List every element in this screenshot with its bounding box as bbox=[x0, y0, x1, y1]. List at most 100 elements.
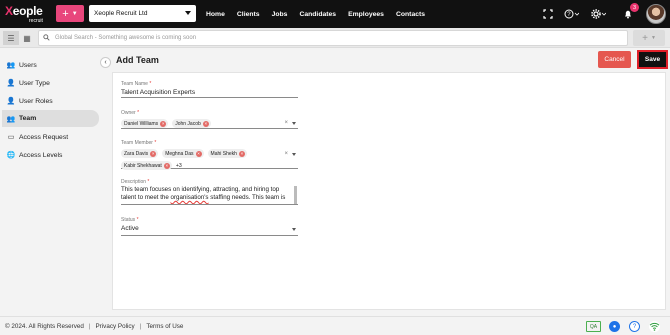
description-line: talent to meet the organisation's staffi… bbox=[121, 194, 286, 202]
misspelled-word: organisation's bbox=[170, 194, 209, 202]
sidebar-item-user-type[interactable]: 👤 User Type bbox=[2, 75, 99, 91]
user-roles-icon: 👤 bbox=[6, 98, 16, 105]
owner-chip: Daniel Williams × bbox=[121, 119, 169, 128]
users-icon: 👥 bbox=[6, 62, 16, 69]
privacy-policy-link[interactable]: Privacy Policy bbox=[95, 323, 134, 330]
add-dropdown-button[interactable]: + ▼ bbox=[633, 30, 665, 46]
remove-chip-icon[interactable]: × bbox=[238, 150, 245, 157]
remove-chip-icon[interactable]: × bbox=[202, 120, 209, 127]
team-name-value: Talent Acquisition Experts bbox=[121, 89, 196, 96]
caret-down-icon[interactable] bbox=[292, 153, 296, 156]
global-search-input[interactable]: Global Search - Something awesome is com… bbox=[38, 30, 628, 46]
sidebar-item-label: Users bbox=[19, 61, 37, 69]
status-field[interactable]: Status * Active bbox=[121, 217, 298, 236]
search-icon bbox=[43, 33, 50, 43]
status-value: Active bbox=[121, 225, 139, 232]
remove-chip-icon[interactable]: × bbox=[160, 120, 167, 127]
description-line: This team focuses on identifying, attrac… bbox=[121, 186, 280, 193]
footer-separator: | bbox=[88, 322, 91, 330]
wifi-icon bbox=[649, 321, 660, 332]
team-member-chip: Meghna Das × bbox=[162, 149, 204, 158]
terms-of-use-link[interactable]: Terms of Use bbox=[146, 323, 183, 330]
sidebar-item-label: User Roles bbox=[19, 97, 53, 105]
textarea-scrollbar[interactable] bbox=[294, 186, 297, 204]
clear-icon[interactable]: × bbox=[284, 120, 288, 126]
footer: © 2024. All Rights Reserved | Privacy Po… bbox=[0, 316, 670, 335]
globe-icon: 🌐 bbox=[6, 152, 16, 159]
xeople-logo[interactable]: Xeople recruit bbox=[5, 3, 51, 25]
page-title: Add Team bbox=[116, 55, 159, 65]
description-label: Description * bbox=[121, 179, 150, 185]
caret-down-icon bbox=[185, 11, 191, 15]
copyright-text: © 2024. All Rights Reserved bbox=[5, 322, 84, 330]
user-type-icon: 👤 bbox=[6, 80, 16, 87]
sidebar-item-label: Team bbox=[19, 115, 37, 122]
logo-subtitle: recruit bbox=[29, 18, 43, 24]
sidebar-item-access-levels[interactable]: 🌐 Access Levels bbox=[2, 147, 99, 163]
logo-rest: eople bbox=[12, 4, 43, 18]
page-header: Add Team Cancel Save bbox=[107, 48, 670, 71]
owner-field[interactable]: Owner * Daniel Williams × John Jacob × × bbox=[121, 110, 298, 129]
status-label: Status * bbox=[121, 217, 139, 223]
nav-employees[interactable]: Employees bbox=[348, 11, 384, 18]
chevron-down-icon: ▼ bbox=[650, 35, 656, 41]
sidebar: 👥 Users 👤 User Type 👤 User Roles 👥 Team ▭ Acc… bbox=[0, 48, 103, 315]
user-info-icon[interactable]: ● bbox=[609, 321, 620, 332]
list-view-icon[interactable]: ☰ bbox=[3, 31, 19, 45]
nav-candidates[interactable]: Candidates bbox=[299, 11, 336, 18]
sidebar-item-user-roles[interactable]: 👤 User Roles bbox=[2, 93, 99, 109]
team-member-chips: Zara Davis × Meghna Das × Mahi Shekh × Kabi… bbox=[121, 149, 298, 170]
caret-down-icon[interactable] bbox=[292, 228, 296, 231]
save-button[interactable]: Save bbox=[637, 50, 668, 69]
team-member-chip: Kabir Shekhawat × bbox=[121, 161, 172, 170]
main-nav: Home Clients Jobs Candidates Employees C… bbox=[206, 0, 437, 28]
team-name-field[interactable]: Team Name * Talent Acquisition Experts bbox=[121, 81, 298, 98]
remove-chip-icon[interactable]: × bbox=[163, 162, 170, 169]
team-name-label: Team Name * bbox=[121, 81, 152, 87]
collapse-sidebar-button[interactable]: ‹ bbox=[100, 57, 111, 68]
chevron-left-icon: ‹ bbox=[104, 59, 107, 66]
team-member-label: Team Member * bbox=[121, 140, 157, 146]
notification-badge: 3 bbox=[630, 3, 639, 12]
nav-contacts[interactable]: Contacts bbox=[396, 11, 425, 18]
remove-chip-icon[interactable]: × bbox=[195, 150, 202, 157]
sidebar-item-users[interactable]: 👥 Users bbox=[2, 57, 99, 73]
owner-chip: John Jacob × bbox=[172, 119, 211, 128]
search-toolbar: ☰ ▦ Global Search - Something awesome is… bbox=[0, 28, 670, 48]
description-textarea[interactable]: This team focuses on identifying, attrac… bbox=[121, 186, 298, 204]
cancel-button[interactable]: Cancel bbox=[598, 51, 631, 68]
nav-home[interactable]: Home bbox=[206, 11, 225, 18]
remove-chip-icon[interactable]: × bbox=[150, 150, 157, 157]
logo-x: X bbox=[5, 4, 13, 18]
help-icon[interactable]: ? bbox=[564, 9, 580, 22]
nav-clients[interactable]: Clients bbox=[237, 11, 260, 18]
sidebar-item-team[interactable]: 👥 Team bbox=[2, 110, 99, 127]
caret-down-icon[interactable] bbox=[292, 122, 296, 125]
owner-chips: Daniel Williams × John Jacob × bbox=[121, 119, 298, 128]
sidebar-item-label: Access Request bbox=[19, 133, 69, 141]
sidebar-item-label: Access Levels bbox=[19, 151, 63, 159]
team-icon: 👥 bbox=[6, 115, 16, 123]
team-member-chip: Zara Davis × bbox=[121, 149, 159, 158]
chevron-down-icon: ▼ bbox=[71, 10, 78, 17]
clear-icon[interactable]: × bbox=[284, 151, 288, 157]
help-circle-icon[interactable]: ? bbox=[629, 321, 640, 332]
gear-icon[interactable] bbox=[591, 9, 607, 22]
company-select[interactable]: Xeople Recruit Ltd bbox=[89, 5, 196, 22]
team-member-chip: Mahi Shekh × bbox=[207, 149, 247, 158]
sidebar-item-label: User Type bbox=[19, 79, 50, 87]
quick-add-button[interactable]: + ▼ bbox=[56, 5, 84, 22]
description-field[interactable]: Description * This team focuses on ident… bbox=[121, 179, 298, 205]
plus-icon: + bbox=[642, 32, 648, 44]
nav-jobs[interactable]: Jobs bbox=[272, 11, 288, 18]
more-members-count[interactable]: +3 bbox=[176, 163, 182, 169]
search-placeholder: Global Search - Something awesome is com… bbox=[55, 35, 197, 41]
grid-view-icon[interactable]: ▦ bbox=[19, 31, 35, 45]
fullscreen-icon[interactable] bbox=[543, 9, 553, 22]
top-navbar: Xeople recruit + ▼ Xeople Recruit Ltd Hom… bbox=[0, 0, 670, 28]
add-team-form: Team Name * Talent Acquisition Experts O… bbox=[112, 72, 666, 310]
team-member-field[interactable]: Team Member * Zara Davis × Meghna Das × Ma… bbox=[121, 140, 298, 170]
footer-separator: | bbox=[139, 322, 142, 330]
sidebar-item-access-request[interactable]: ▭ Access Request bbox=[2, 129, 99, 145]
avatar[interactable] bbox=[646, 4, 666, 24]
